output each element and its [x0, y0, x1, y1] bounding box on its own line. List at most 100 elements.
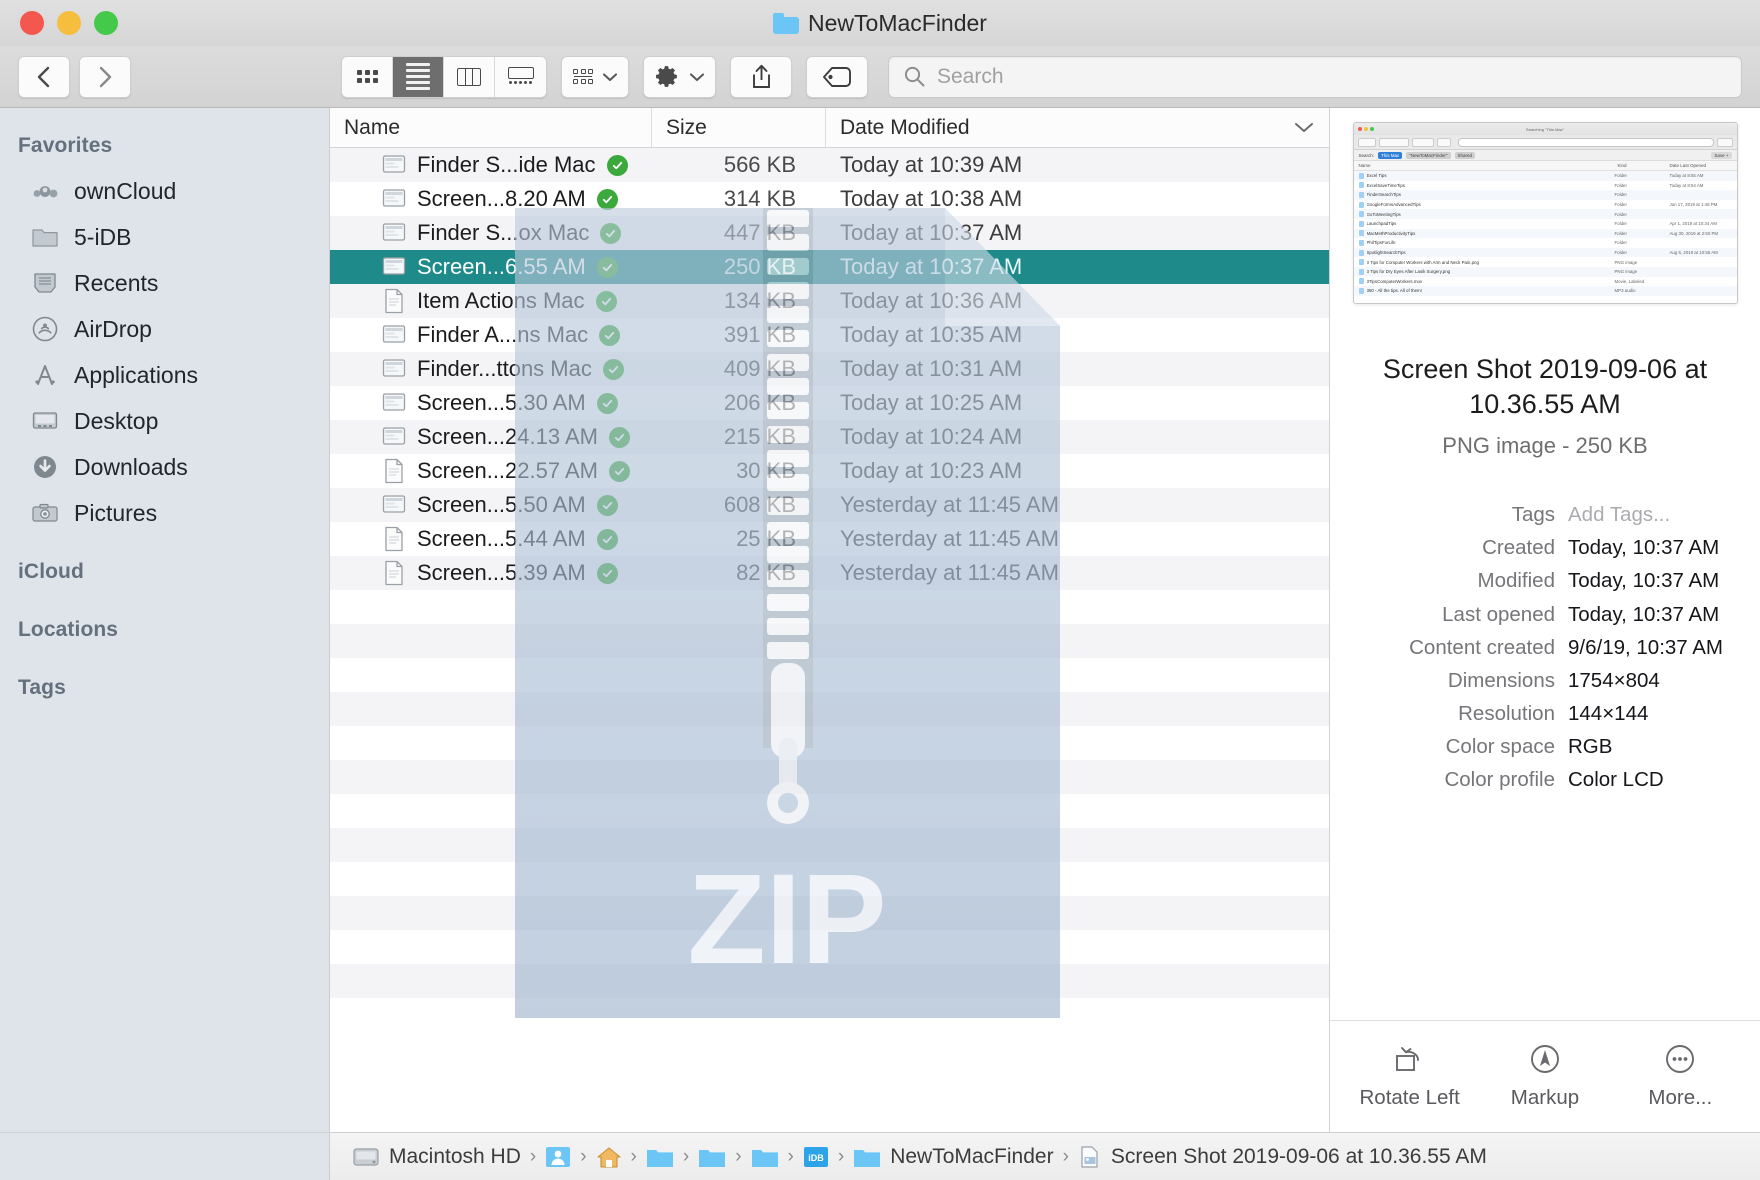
column-header-date-modified[interactable]: Date Modified — [826, 108, 1329, 147]
list-view-button[interactable] — [393, 57, 444, 97]
png-image-icon — [1078, 1145, 1102, 1169]
table-row[interactable]: Screen...22.57 AM30 KBToday at 10:23 AM — [330, 454, 1329, 488]
table-row[interactable]: Screen...5.39 AM82 KBYesterday at 11:45 … — [330, 556, 1329, 590]
table-row[interactable]: Screen...5.30 AM206 KBToday at 10:25 AM — [330, 386, 1329, 420]
action-menu-button[interactable] — [643, 56, 716, 98]
table-row[interactable]: Screen...5.44 AM25 KBYesterday at 11:45 … — [330, 522, 1329, 556]
sync-check-icon — [597, 529, 618, 550]
table-row[interactable]: Screen...24.13 AM215 KBToday at 10:24 AM — [330, 420, 1329, 454]
thumb-scope-1: "NewToMacFinder" — [1406, 152, 1450, 159]
preview-title: Screen Shot 2019-09-06 at 10.36.55 AM — [1330, 304, 1760, 421]
breadcrumb-item[interactable] — [545, 1146, 571, 1168]
sync-check-icon — [600, 223, 621, 244]
arrange-by-button[interactable] — [561, 56, 629, 98]
thumb-row: LaunchpadTipsFolderApr 1, 2019 at 10:34 … — [1354, 219, 1737, 229]
breadcrumb-item[interactable] — [751, 1146, 779, 1168]
column-view-button[interactable] — [444, 57, 495, 97]
breadcrumb-item[interactable]: iDB — [803, 1146, 829, 1168]
metadata-key: Last opened — [1340, 599, 1568, 630]
sidebar-item-airdrop[interactable]: AirDrop — [0, 306, 329, 352]
thumb-col-kind: Kind — [1618, 163, 1670, 168]
back-button[interactable] — [18, 56, 70, 98]
sidebar-item-label: Recents — [74, 270, 158, 297]
view-mode-group — [341, 56, 547, 98]
sidebar-item-label: 5-iDB — [74, 224, 132, 251]
table-row[interactable]: Screen...8.20 AM314 KBToday at 10:38 AM — [330, 182, 1329, 216]
icon-view-button[interactable] — [342, 57, 393, 97]
table-row[interactable]: Item Actions Mac134 KBToday at 10:36 AM — [330, 284, 1329, 318]
tag-icon — [822, 66, 852, 88]
file-date-cell: Yesterday at 11:45 AM — [826, 560, 1329, 586]
forward-button[interactable] — [79, 56, 131, 98]
share-button[interactable] — [730, 56, 792, 98]
metadata-value: Today, 10:37 AM — [1568, 565, 1719, 596]
png-image-icon — [382, 220, 406, 246]
finder-window: NewToMacFinder — [0, 0, 1760, 1180]
table-row[interactable]: Screen...5.50 AM608 KBYesterday at 11:45… — [330, 488, 1329, 522]
sidebar-item-label: Applications — [74, 362, 198, 389]
sidebar-item-applications[interactable]: Applications — [0, 352, 329, 398]
file-name: Finder A...ns Mac — [417, 322, 588, 348]
sidebar-item-pictures[interactable]: Pictures — [0, 490, 329, 536]
breadcrumb-item[interactable] — [596, 1146, 622, 1168]
recents-icon — [30, 268, 60, 298]
sidebar-item-recents[interactable]: Recents — [0, 260, 329, 306]
png-image-icon — [382, 492, 406, 518]
gallery-view-button[interactable] — [495, 57, 546, 97]
table-row[interactable]: Screen...6.55 AM250 KBToday at 10:37 AM — [330, 250, 1329, 284]
metadata-value[interactable]: Add Tags... — [1568, 499, 1670, 530]
metadata-key: Color space — [1340, 731, 1568, 762]
table-row[interactable]: Finder A...ns Mac391 KBToday at 10:35 AM — [330, 318, 1329, 352]
svg-text:iDB: iDB — [808, 1153, 824, 1163]
breadcrumb-item[interactable] — [698, 1146, 726, 1168]
column-header-name[interactable]: Name — [330, 108, 652, 147]
table-row[interactable]: Finder S...ide Mac566 KBToday at 10:39 A… — [330, 148, 1329, 182]
column-header-size[interactable]: Size — [652, 108, 826, 147]
thumb-row: 3 Tips for Computer Workers with Arm and… — [1354, 257, 1737, 267]
sync-check-icon — [597, 563, 618, 584]
table-row[interactable]: Finder S...ox Mac447 KBToday at 10:37 AM — [330, 216, 1329, 250]
sidebar-item-owncloud[interactable]: ownCloud — [0, 168, 329, 214]
sidebar-item-5-idb[interactable]: 5-iDB — [0, 214, 329, 260]
breadcrumb-item[interactable]: NewToMacFinder — [853, 1145, 1053, 1169]
more-action[interactable]: More... — [1616, 1041, 1744, 1110]
close-button[interactable] — [20, 11, 44, 35]
file-size-cell: 314 KB — [652, 186, 826, 212]
edit-tags-button[interactable] — [806, 56, 868, 98]
metadata-row: Resolution144×144 — [1340, 698, 1734, 729]
file-size-cell: 608 KB — [652, 492, 826, 518]
document-icon — [382, 288, 406, 314]
minimize-button[interactable] — [57, 11, 81, 35]
metadata-row: TagsAdd Tags... — [1340, 499, 1734, 530]
window-title-group: NewToMacFinder — [0, 0, 1760, 46]
markup-action[interactable]: Markup — [1481, 1041, 1609, 1110]
file-size-cell: 391 KB — [652, 322, 826, 348]
preview-actions: Rotate Left Markup Mor — [1330, 1020, 1760, 1132]
file-name: Screen...24.13 AM — [417, 424, 598, 450]
breadcrumb-separator: › — [622, 1146, 646, 1168]
chevron-down-icon[interactable] — [1293, 121, 1315, 134]
chevron-down-icon — [688, 71, 706, 83]
sidebar: Favorites ownCloud — [0, 108, 330, 1132]
sidebar-item-desktop[interactable]: Desktop — [0, 398, 329, 444]
sidebar-item-downloads[interactable]: Downloads — [0, 444, 329, 490]
search-field[interactable]: Search — [888, 56, 1742, 98]
thumb-scope-2: Shared — [1455, 152, 1476, 159]
zoom-button[interactable] — [94, 11, 118, 35]
folder-icon — [773, 13, 799, 34]
sidebar-item-label: Downloads — [74, 454, 188, 481]
path-items: Macintosh HD››››››iDB›NewToMacFinder›Scr… — [330, 1145, 1487, 1169]
file-name: Screen...6.55 AM — [417, 254, 586, 280]
folder-icon — [646, 1146, 674, 1168]
breadcrumb-item[interactable]: Screen Shot 2019-09-06 at 10.36.55 AM — [1078, 1145, 1487, 1169]
rotate-left-action[interactable]: Rotate Left — [1346, 1041, 1474, 1110]
breadcrumb-item[interactable]: Macintosh HD — [352, 1145, 521, 1169]
metadata-key: Dimensions — [1340, 665, 1568, 696]
file-rows[interactable]: Finder S...ide Mac566 KBToday at 10:39 A… — [330, 148, 1329, 1132]
file-name-cell: Item Actions Mac — [330, 288, 652, 314]
table-row[interactable]: Finder...ttons Mac409 KBToday at 10:31 A… — [330, 352, 1329, 386]
breadcrumb-item[interactable] — [646, 1146, 674, 1168]
empty-row — [330, 760, 1329, 794]
empty-row — [330, 726, 1329, 760]
thumb-scope-0: This Mac — [1378, 152, 1402, 159]
